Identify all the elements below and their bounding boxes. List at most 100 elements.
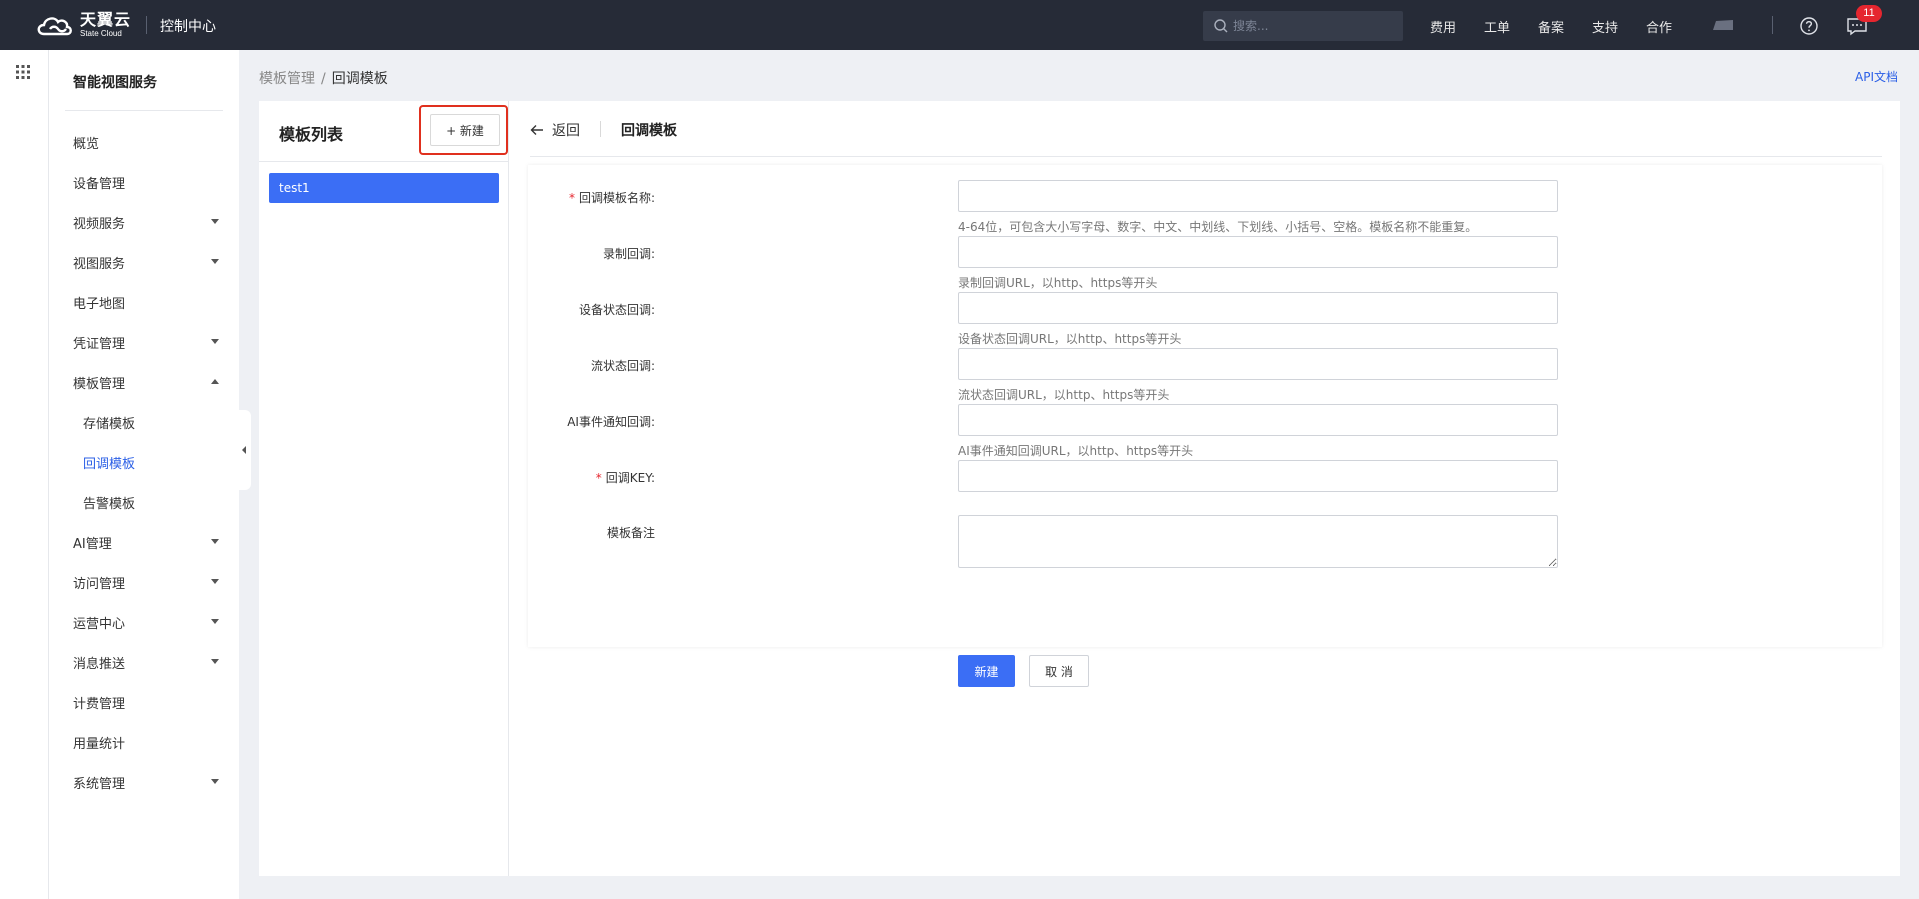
sidebar-item-label: 模板管理 (73, 376, 126, 392)
stream-status-callback-input[interactable] (958, 348, 1558, 380)
sidebar-item-billing[interactable]: 计费管理 (49, 682, 239, 722)
sidebar-item-label: 凭证管理 (73, 336, 126, 352)
sidebar-item-devices[interactable]: 设备管理 (49, 162, 239, 202)
sidebar-item-label: 告警模板 (83, 496, 136, 512)
message-count-badge: 11 (1856, 5, 1882, 22)
nav-support[interactable]: 支持 (1592, 17, 1618, 36)
sidebar-item-label: 用量统计 (73, 736, 126, 752)
sidebar-item-label: 视频服务 (73, 216, 126, 232)
field-label-name: * 回调模板名称: (569, 189, 655, 206)
create-button[interactable]: 新建 (958, 655, 1015, 687)
sidebar-item-usage[interactable]: 用量统计 (49, 722, 239, 762)
form-title: 回调模板 (621, 123, 677, 139)
field-label-device-status: 设备状态回调: (578, 303, 655, 317)
sidebar-item-label: 消息推送 (73, 656, 126, 672)
sidebar-title: 智能视图服务 (73, 75, 157, 91)
chevron-down-icon (211, 779, 219, 784)
sidebar-item-callback-template[interactable]: 回调模板 (49, 442, 239, 482)
sidebar-item-ai[interactable]: AI管理 (49, 522, 239, 562)
nav-fees[interactable]: 费用 (1430, 17, 1456, 36)
sidebar-item-push[interactable]: 消息推送 (49, 642, 239, 682)
chevron-down-icon (211, 219, 219, 224)
sidebar-item-label: 系统管理 (73, 776, 126, 792)
breadcrumb-separator: / (321, 71, 326, 87)
sidebar-collapse-toggle[interactable] (239, 410, 251, 490)
divider (1772, 16, 1773, 34)
sidebar-item-video-service[interactable]: 视频服务 (49, 202, 239, 242)
divider (259, 161, 509, 162)
sidebar-item-map[interactable]: 电子地图 (49, 282, 239, 322)
sidebar-item-view-service[interactable]: 视图服务 (49, 242, 239, 282)
required-mark: * (568, 191, 575, 205)
app-grid-icon[interactable] (16, 65, 30, 79)
divider (530, 156, 1882, 157)
field-hint-name: 4-64位，可包含大小写字母、数字、中文、中划线、下划线、小括号、空格。模板名称… (958, 220, 1478, 234)
search-box[interactable] (1203, 11, 1403, 41)
divider (600, 121, 601, 137)
callback-key-input[interactable] (958, 460, 1558, 492)
chevron-up-icon (211, 379, 219, 384)
chevron-down-icon (211, 579, 219, 584)
sidebar-item-label: 视图服务 (73, 256, 126, 272)
sidebar-item-label: 电子地图 (73, 296, 126, 312)
cancel-button[interactable]: 取 消 (1029, 655, 1089, 687)
record-callback-input[interactable] (958, 236, 1558, 268)
field-label-stream-status: 流状态回调: (590, 359, 655, 373)
chevron-down-icon (211, 619, 219, 624)
sidebar-item-label: 设备管理 (73, 176, 126, 192)
console-title[interactable]: 控制中心 (160, 16, 216, 36)
sidebar-item-label: 存储模板 (83, 416, 136, 432)
sidebar-item-overview[interactable]: 概览 (49, 122, 239, 162)
sidebar-item-system[interactable]: 系统管理 (49, 762, 239, 802)
nav-filing[interactable]: 备案 (1538, 17, 1564, 36)
callback-template-form: * 回调模板名称: 4-64位，可包含大小写字母、数字、中文、中划线、下划线、小括… (528, 165, 1882, 687)
field-label-remark: 模板备注 (606, 526, 655, 540)
account-flag-icon[interactable] (1711, 19, 1735, 31)
sidebar-item-storage-template[interactable]: 存储模板 (49, 402, 239, 442)
back-label: 返回 (552, 123, 580, 139)
top-navigation-bar: 天翼云 State Cloud 控制中心 费用 工单 备案 支持 合作 11 (0, 0, 1919, 50)
sidebar-item-templates[interactable]: 模板管理 (49, 362, 239, 402)
breadcrumb-parent[interactable]: 模板管理 (259, 71, 315, 87)
nav-cooperation[interactable]: 合作 (1646, 17, 1672, 36)
sidebar-item-label: 运营中心 (73, 616, 126, 632)
template-name-input[interactable] (958, 180, 1558, 212)
field-hint-device-status: 设备状态回调URL，以http、https等开头 (958, 332, 1182, 346)
sidebar: 智能视图服务 概览 设备管理 视频服务 视图服务 电子地图 凭证管理 模板管理 … (49, 50, 239, 899)
help-icon[interactable] (1799, 16, 1819, 36)
required-mark: * (595, 471, 602, 485)
field-label-record: 录制回调: (602, 247, 655, 261)
sidebar-item-access[interactable]: 访问管理 (49, 562, 239, 602)
app-rail (0, 50, 49, 899)
sidebar-item-label: AI管理 (73, 536, 112, 552)
template-list-panel: 模板列表 + 新建 test1 (259, 101, 509, 876)
sidebar-item-credentials[interactable]: 凭证管理 (49, 322, 239, 362)
device-status-callback-input[interactable] (958, 292, 1558, 324)
cloud-logo-icon (37, 17, 72, 36)
arrow-left-icon (530, 125, 543, 135)
new-template-button[interactable]: + 新建 (430, 114, 500, 146)
breadcrumb: 模板管理 / 回调模板 (259, 68, 388, 88)
logo-subtitle: State Cloud (80, 29, 122, 38)
template-remark-textarea[interactable] (958, 515, 1558, 568)
chevron-down-icon (211, 539, 219, 544)
search-icon (1214, 19, 1228, 33)
field-label-text: 回调KEY: (605, 471, 655, 485)
breadcrumb-current: 回调模板 (331, 71, 388, 87)
sidebar-item-label: 访问管理 (73, 576, 126, 592)
search-input[interactable] (1233, 19, 1393, 33)
divider (146, 16, 147, 34)
chevron-down-icon (211, 339, 219, 344)
ai-event-callback-input[interactable] (958, 404, 1558, 436)
api-doc-link[interactable]: API文档 (1855, 68, 1898, 85)
field-hint-record: 录制回调URL，以http、https等开头 (958, 276, 1158, 290)
field-label-callback-key: * 回调KEY: (596, 469, 655, 486)
back-button[interactable]: 返回 (530, 120, 580, 140)
logo[interactable]: 天翼云 State Cloud (34, 10, 131, 40)
sidebar-item-alarm-template[interactable]: 告警模板 (49, 482, 239, 522)
nav-tickets[interactable]: 工单 (1484, 17, 1510, 36)
content-card: 模板列表 + 新建 test1 返回 回调模板 * 回调模板名称: 4-64位，可… (259, 101, 1900, 876)
field-label-ai-event: AI事件通知回调: (567, 415, 655, 429)
sidebar-item-operations[interactable]: 运营中心 (49, 602, 239, 642)
template-list-item[interactable]: test1 (269, 173, 499, 203)
